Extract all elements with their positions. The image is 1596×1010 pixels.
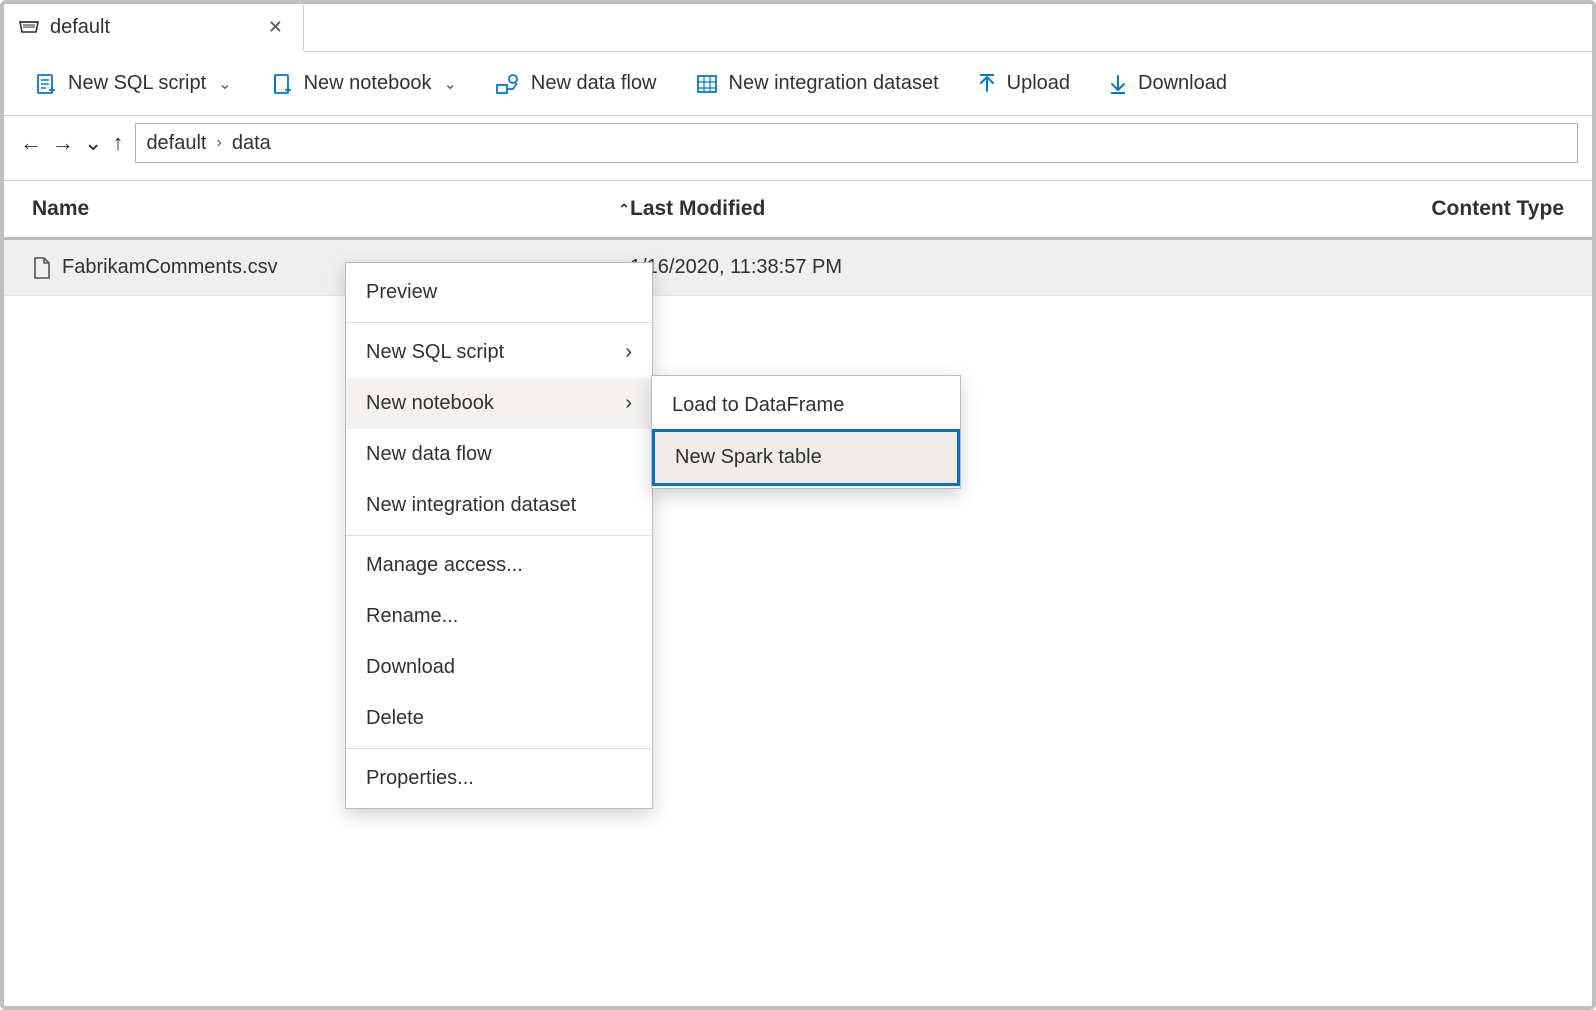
table-row[interactable]: FabrikamComments.csv 1/16/2020, 11:38:57… xyxy=(4,240,1592,296)
breadcrumb-seg-1[interactable]: data xyxy=(232,132,271,155)
tab-default[interactable]: default ✕ xyxy=(4,5,304,52)
column-type-label: Content Type xyxy=(1431,197,1564,220)
submenu-load-dataframe[interactable]: Load to DataFrame xyxy=(652,380,960,431)
upload-icon xyxy=(977,73,997,95)
menu-new-integration-dataset[interactable]: New integration dataset xyxy=(346,480,652,531)
download-icon xyxy=(1108,73,1128,95)
file-name: FabrikamComments.csv xyxy=(62,256,278,279)
submenu-new-notebook: Load to DataFrame New Spark table xyxy=(651,375,961,489)
breadcrumb[interactable]: default › data xyxy=(135,123,1578,163)
menu-new-dataset-label: New integration dataset xyxy=(366,494,576,517)
new-sql-script-label: New SQL script xyxy=(68,72,206,95)
table-header: Name ⌃ Last Modified Content Type xyxy=(4,180,1592,240)
new-data-flow-label: New data flow xyxy=(531,72,657,95)
menu-new-dataflow-label: New data flow xyxy=(366,443,492,466)
new-data-flow-button[interactable]: New data flow xyxy=(495,72,657,96)
menu-new-data-flow[interactable]: New data flow xyxy=(346,429,652,480)
column-type[interactable]: Content Type xyxy=(1190,197,1564,221)
tab-label: default xyxy=(50,16,252,39)
menu-delete[interactable]: Delete xyxy=(346,693,652,744)
chevron-right-icon: › xyxy=(625,341,632,364)
menu-rename-label: Rename... xyxy=(366,605,458,628)
nav-arrows: ← → ⌄ ↑ xyxy=(18,130,125,156)
tab-bar: default ✕ xyxy=(4,4,1592,52)
nav-forward-icon[interactable]: → xyxy=(50,130,76,156)
new-integration-dataset-label: New integration dataset xyxy=(729,72,939,95)
breadcrumb-seg-0[interactable]: default xyxy=(146,132,206,155)
new-integration-dataset-button[interactable]: New integration dataset xyxy=(695,72,939,96)
dataset-icon xyxy=(695,72,719,96)
nav-up-icon[interactable]: ↑ xyxy=(110,130,125,156)
download-button[interactable]: Download xyxy=(1108,72,1227,95)
chevron-down-icon: ⌄ xyxy=(218,74,231,94)
nav-dropdown-icon[interactable]: ⌄ xyxy=(82,130,104,156)
menu-new-sql-script[interactable]: New SQL script › xyxy=(346,327,652,378)
menu-new-notebook[interactable]: New notebook › xyxy=(346,378,652,429)
column-modified[interactable]: Last Modified xyxy=(630,197,1190,221)
menu-manage-access[interactable]: Manage access... xyxy=(346,540,652,591)
menu-delete-label: Delete xyxy=(366,707,424,730)
submenu-new-spark-table-label: New Spark table xyxy=(675,446,822,468)
new-notebook-label: New notebook xyxy=(304,72,432,95)
new-notebook-button[interactable]: New notebook ⌄ xyxy=(270,72,457,96)
upload-button[interactable]: Upload xyxy=(977,72,1070,95)
download-label: Download xyxy=(1138,72,1227,95)
chevron-right-icon: › xyxy=(625,392,632,415)
submenu-new-spark-table[interactable]: New Spark table xyxy=(652,429,960,486)
chevron-right-icon: › xyxy=(217,134,222,152)
menu-manage-access-label: Manage access... xyxy=(366,554,523,577)
nav-bar: ← → ⌄ ↑ default › data xyxy=(4,116,1592,170)
sort-ascending-icon: ⌃ xyxy=(618,201,630,218)
menu-properties[interactable]: Properties... xyxy=(346,753,652,804)
data-flow-icon xyxy=(495,72,521,96)
submenu-load-dataframe-label: Load to DataFrame xyxy=(672,394,844,416)
notebook-icon xyxy=(270,72,294,96)
column-name-label: Name xyxy=(32,197,89,221)
menu-download[interactable]: Download xyxy=(346,642,652,693)
new-sql-script-button[interactable]: New SQL script ⌄ xyxy=(34,72,232,96)
menu-download-label: Download xyxy=(366,656,455,679)
file-modified: 1/16/2020, 11:38:57 PM xyxy=(630,256,1190,279)
menu-rename[interactable]: Rename... xyxy=(346,591,652,642)
menu-preview-label: Preview xyxy=(366,281,437,304)
close-icon[interactable]: ✕ xyxy=(262,17,289,38)
column-name[interactable]: Name ⌃ xyxy=(32,197,630,221)
menu-properties-label: Properties... xyxy=(366,767,474,790)
menu-new-notebook-label: New notebook xyxy=(366,392,494,415)
column-modified-label: Last Modified xyxy=(630,197,765,220)
sql-script-icon xyxy=(34,72,58,96)
storage-icon xyxy=(18,18,40,36)
context-menu: Preview New SQL script › New notebook › … xyxy=(345,262,653,809)
menu-new-sql-label: New SQL script xyxy=(366,341,504,364)
nav-back-icon[interactable]: ← xyxy=(18,130,44,156)
upload-label: Upload xyxy=(1007,72,1070,95)
menu-preview[interactable]: Preview xyxy=(346,267,652,318)
chevron-down-icon: ⌄ xyxy=(443,74,456,94)
file-icon xyxy=(32,256,52,280)
toolbar: New SQL script ⌄ New notebook ⌄ New data… xyxy=(4,52,1592,116)
